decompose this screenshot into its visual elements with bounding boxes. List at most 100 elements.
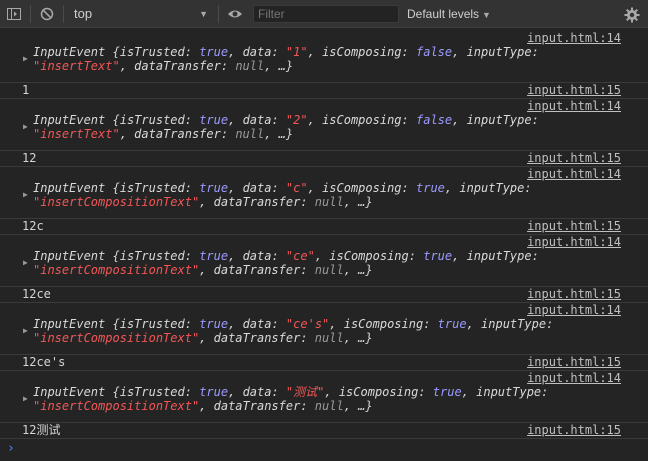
source-link[interactable]: input.html:15: [527, 151, 621, 165]
token: dataTransfer: [213, 331, 301, 345]
console-object-message: input.html:14 ▶ InputEvent {isTrusted: tru…: [0, 235, 648, 287]
token: :: [423, 317, 438, 331]
token: "insertCompositionText": [33, 263, 200, 277]
source-link[interactable]: input.html:15: [527, 287, 621, 301]
token: null: [314, 399, 344, 413]
chevron-right-icon: ›: [7, 441, 15, 456]
expand-triangle-icon[interactable]: ▶: [23, 122, 28, 131]
token: "1": [285, 45, 308, 59]
object-preview-line: InputEvent {isTrusted: true, data: "2", …: [33, 113, 539, 127]
console-value-message: input.html:15 12ce's: [0, 355, 648, 371]
token: isTrusted: [119, 249, 185, 263]
token: ,: [199, 399, 214, 413]
token: true: [432, 385, 462, 399]
source-link[interactable]: input.html:15: [527, 219, 621, 233]
expand-triangle-icon[interactable]: ▶: [23, 54, 28, 63]
token: ,: [228, 45, 243, 59]
source-link[interactable]: input.html:14: [527, 371, 621, 385]
source-link[interactable]: input.html:14: [527, 235, 621, 249]
source-link[interactable]: input.html:14: [527, 31, 621, 45]
token: :: [408, 249, 424, 263]
token: :: [271, 249, 286, 263]
expand-triangle-icon[interactable]: ▶: [23, 258, 28, 267]
console-object-message: input.html:14 ▶ InputEvent {isTrusted: tru…: [0, 303, 648, 355]
toolbar-divider: [218, 4, 219, 23]
token: true: [437, 317, 467, 331]
token: :: [184, 385, 200, 399]
source-link[interactable]: input.html:14: [527, 303, 621, 317]
toolbar-divider: [63, 4, 64, 23]
token: true: [416, 181, 445, 195]
token: ,: [199, 195, 214, 209]
token: {: [112, 317, 120, 331]
token: dataTransfer: [213, 263, 301, 277]
token: :: [184, 45, 200, 59]
expand-triangle-icon[interactable]: ▶: [23, 190, 28, 199]
logged-value: 12测试: [22, 423, 61, 437]
token: :: [271, 45, 286, 59]
token: dataTransfer: [134, 59, 221, 73]
token: false: [416, 113, 453, 127]
source-link[interactable]: input.html:14: [527, 99, 621, 113]
console-value-message: input.html:15 1: [0, 83, 648, 99]
expand-triangle-icon[interactable]: ▶: [23, 394, 28, 403]
object-preview-line: "insertCompositionText", dataTransfer: n…: [33, 331, 373, 345]
token: isTrusted: [119, 317, 185, 331]
token: data: [242, 385, 272, 399]
token: :: [546, 317, 554, 331]
object-preview-line: InputEvent {isTrusted: true, data: "ce's…: [33, 317, 553, 331]
token: :: [300, 263, 315, 277]
token: :: [300, 331, 315, 345]
console-object-message: input.html:14 ▶ InputEvent {isTrusted: tru…: [0, 167, 648, 219]
source-link[interactable]: input.html:15: [527, 355, 621, 369]
gear-icon[interactable]: [620, 3, 644, 27]
token: inputType: [459, 181, 525, 195]
source-link[interactable]: input.html:15: [527, 83, 621, 97]
token: InputEvent: [33, 249, 113, 263]
source-link[interactable]: input.html:15: [527, 423, 621, 437]
token: isTrusted: [119, 385, 185, 399]
token: {: [112, 385, 120, 399]
token: null: [235, 127, 265, 141]
token: InputEvent: [33, 45, 113, 59]
sidebar-toggle-icon[interactable]: [2, 2, 26, 26]
console-prompt[interactable]: ›: [0, 439, 648, 461]
token: "insertText": [33, 127, 120, 141]
token: ,: [461, 385, 477, 399]
token: ,: [452, 45, 467, 59]
token: ,: [228, 249, 243, 263]
eye-icon[interactable]: [223, 2, 247, 26]
object-preview-line: "insertCompositionText", dataTransfer: n…: [33, 263, 373, 277]
expand-triangle-icon[interactable]: ▶: [23, 326, 28, 335]
token: ,: [119, 127, 135, 141]
token: inputType: [481, 317, 547, 331]
token: , …}: [343, 399, 373, 413]
token: {: [112, 45, 120, 59]
token: ,: [444, 181, 460, 195]
token: "2": [285, 113, 308, 127]
token: inputType: [466, 113, 532, 127]
token: true: [199, 181, 229, 195]
object-preview-line: "insertCompositionText", dataTransfer: n…: [33, 399, 373, 413]
console-value-message: input.html:15 12: [0, 151, 648, 167]
token: :: [271, 181, 286, 195]
token: ,: [329, 317, 344, 331]
token: InputEvent: [33, 385, 113, 399]
token: dataTransfer: [213, 399, 301, 413]
logged-value: 12: [22, 151, 37, 165]
clear-console-icon[interactable]: [35, 2, 59, 26]
token: , …}: [343, 263, 373, 277]
filter-input[interactable]: [253, 4, 399, 23]
token: isComposing: [338, 385, 419, 399]
log-levels-dropdown[interactable]: Default levels ▼: [407, 7, 491, 21]
token: dataTransfer: [213, 195, 301, 209]
token: null: [314, 263, 344, 277]
context-selector[interactable]: top ▼: [68, 6, 214, 21]
token: :: [531, 249, 539, 263]
source-link[interactable]: input.html:14: [527, 167, 621, 181]
token: ,: [119, 59, 135, 73]
token: ,: [199, 331, 214, 345]
token: :: [531, 113, 539, 127]
token: "ce's": [285, 317, 330, 331]
logged-value: 12c: [22, 219, 44, 233]
